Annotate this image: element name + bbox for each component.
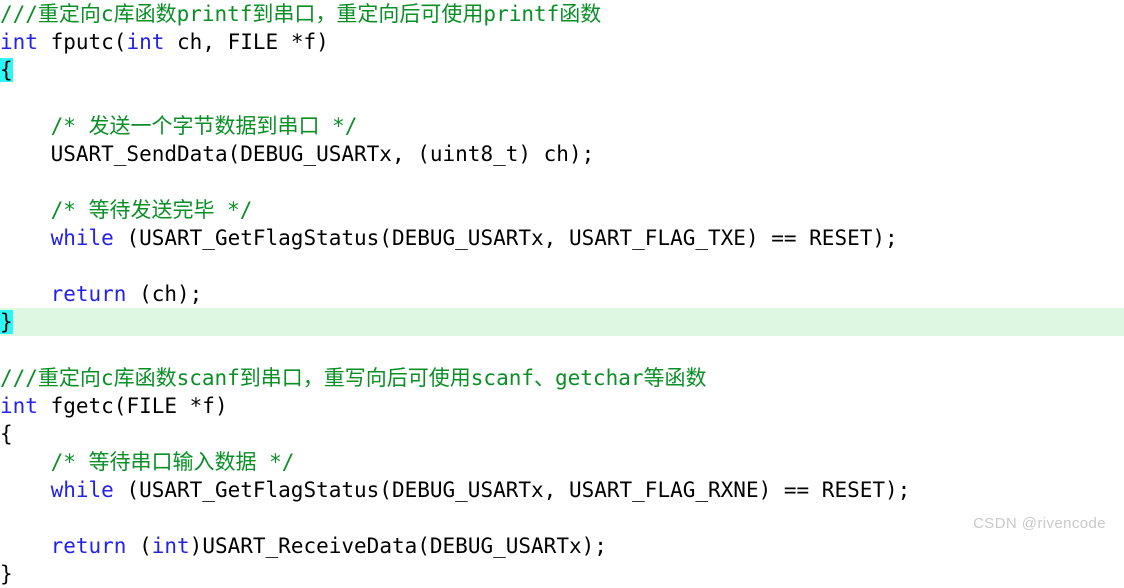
keyword-token: int [151, 534, 190, 558]
code-line-blank[interactable] [0, 336, 1124, 364]
keyword-token: return [50, 534, 127, 558]
code-line[interactable]: int fgetc(FILE *f) [0, 392, 1124, 420]
code-line-highlighted[interactable]: } [0, 308, 1124, 336]
keyword-token: int [126, 30, 165, 54]
code-token: fgetc(FILE *f) [37, 394, 228, 418]
code-line[interactable]: } [0, 560, 1124, 588]
code-line[interactable]: /* 发送一个字节数据到串口 */ [0, 112, 1124, 140]
code-line-blank[interactable] [0, 84, 1124, 112]
code-line[interactable]: ///重定向c库函数printf到串口，重定向后可使用printf函数 [0, 0, 1124, 28]
code-line[interactable]: return (ch); [0, 280, 1124, 308]
code-line[interactable]: { [0, 420, 1124, 448]
code-line[interactable]: int fputc(int ch, FILE *f) [0, 28, 1124, 56]
code-token: (ch); [126, 282, 203, 306]
code-line-blank[interactable] [0, 168, 1124, 196]
code-token: )USART_ReceiveData(DEBUG_USARTx); [189, 534, 607, 558]
keyword-token: int [0, 394, 38, 418]
code-token: (USART_GetFlagStatus(DEBUG_USARTx, USART… [113, 478, 911, 502]
keyword-token: return [50, 282, 127, 306]
comment-token: ///重定向c库函数scanf到串口，重写向后可使用scanf、getchar等… [0, 366, 707, 390]
brace-close: } [0, 562, 13, 586]
code-line[interactable]: /* 等待串口输入数据 */ [0, 448, 1124, 476]
code-line-blank[interactable] [0, 252, 1124, 280]
code-token: USART_SendData(DEBUG_USARTx, (uint8_t) c… [50, 142, 595, 166]
code-token: ( [126, 534, 152, 558]
keyword-token: while [50, 226, 114, 250]
comment-token: /* 等待串口输入数据 */ [50, 450, 295, 474]
matching-brace-open: { [0, 58, 13, 82]
comment-token: /* 等待发送完毕 */ [50, 198, 253, 222]
keyword-token: while [50, 478, 114, 502]
code-line[interactable]: { [0, 56, 1124, 84]
code-token: fputc( [37, 30, 127, 54]
code-line[interactable]: ///重定向c库函数scanf到串口，重写向后可使用scanf、getchar等… [0, 364, 1124, 392]
matching-brace-close: } [0, 310, 13, 334]
comment-token: /* 发送一个字节数据到串口 */ [50, 114, 358, 138]
keyword-token: int [0, 30, 38, 54]
comment-token: ///重定向c库函数printf到串口，重定向后可使用printf函数 [0, 2, 602, 26]
code-line[interactable]: USART_SendData(DEBUG_USARTx, (uint8_t) c… [0, 140, 1124, 168]
code-token: ch, FILE *f) [164, 30, 329, 54]
code-editor[interactable]: ///重定向c库函数printf到串口，重定向后可使用printf函数 int … [0, 0, 1124, 586]
code-line[interactable]: while (USART_GetFlagStatus(DEBUG_USARTx,… [0, 476, 1124, 504]
code-line-blank[interactable] [0, 504, 1124, 532]
code-line[interactable]: while (USART_GetFlagStatus(DEBUG_USARTx,… [0, 224, 1124, 252]
csdn-watermark: CSDN @rivencode [973, 515, 1106, 532]
code-line[interactable]: return (int)USART_ReceiveData(DEBUG_USAR… [0, 532, 1124, 560]
brace-open: { [0, 422, 13, 446]
code-token: (USART_GetFlagStatus(DEBUG_USARTx, USART… [113, 226, 898, 250]
code-line[interactable]: /* 等待发送完毕 */ [0, 196, 1124, 224]
